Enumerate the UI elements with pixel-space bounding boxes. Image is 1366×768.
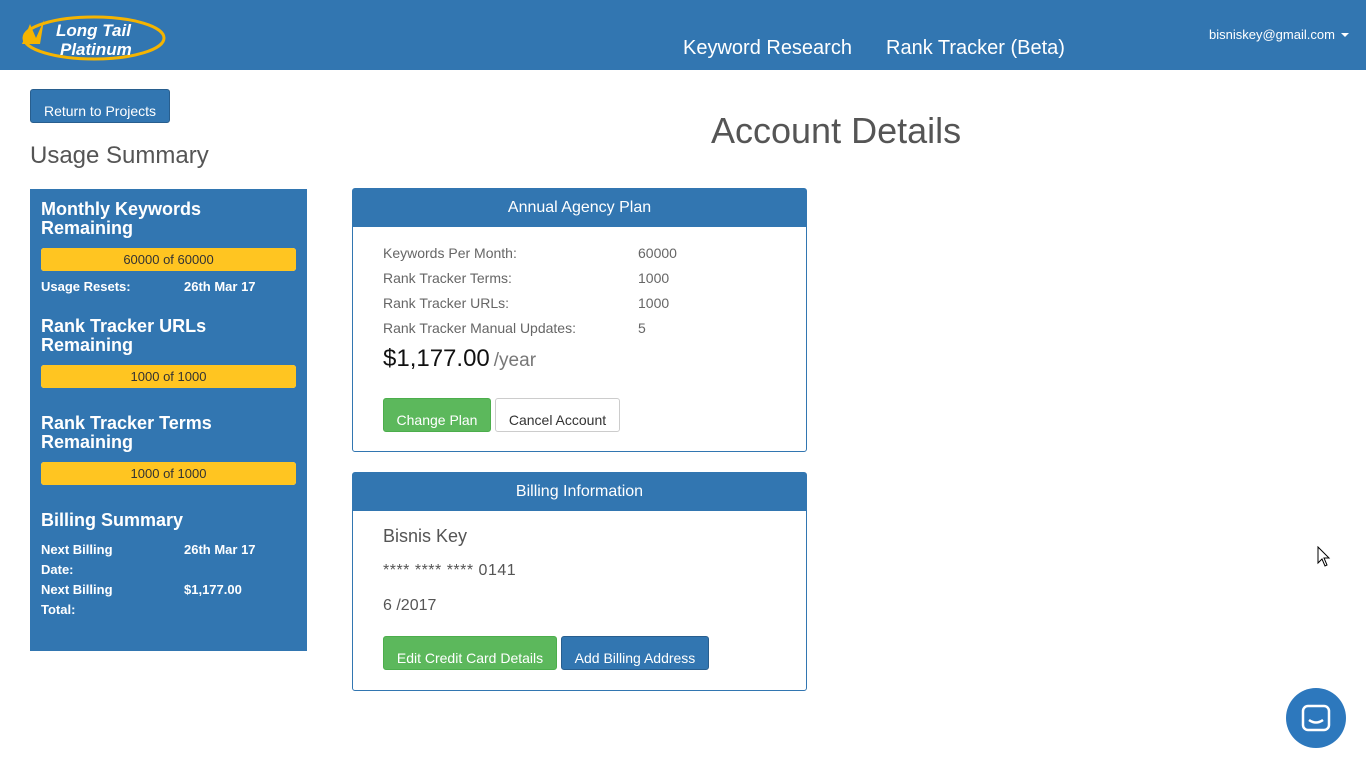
usage-summary-title: Usage Summary	[30, 142, 209, 169]
mouse-cursor-icon	[1317, 546, 1331, 567]
long-tail-platinum-logo[interactable]: Long Tail Platinum	[16, 14, 166, 62]
plan-card-header: Annual Agency Plan	[353, 189, 806, 227]
nav-keyword-research[interactable]: Keyword Research	[683, 37, 852, 60]
change-plan-button[interactable]: Change Plan	[383, 398, 491, 432]
rank-tracker-urls-heading: Rank Tracker URLs Remaining	[41, 316, 207, 355]
keywords-progress-bar: 60000 of 60000	[41, 248, 296, 271]
edit-credit-card-button[interactable]: Edit Credit Card Details	[383, 636, 557, 670]
urls-progress-text: 1000 of 1000	[130, 369, 207, 384]
page-title: Account Details	[711, 110, 962, 151]
plan-card: Annual Agency Plan Keywords Per Month: 6…	[352, 188, 807, 452]
billing-card-header: Billing Information	[353, 473, 806, 511]
chat-glyph	[1301, 704, 1331, 732]
plan-row-label: Rank Tracker Manual Updates:	[383, 320, 576, 336]
credit-card-expiry: 6 /2017	[383, 597, 437, 614]
next-billing-date-label: Next Billing Date:	[41, 542, 113, 577]
usage-summary-panel: Monthly Keywords Remaining 60000 of 6000…	[30, 189, 307, 651]
user-menu-dropdown[interactable]: bisniskey@gmail.com	[1209, 27, 1349, 42]
logo-line1: Long Tail	[56, 21, 132, 40]
next-billing-total-label: Next Billing Total:	[41, 582, 113, 617]
plan-row-value: 60000	[638, 245, 677, 261]
plan-row-value: 1000	[638, 295, 670, 311]
billing-name: Bisnis Key	[383, 526, 468, 546]
rank-tracker-terms-heading: Rank Tracker Terms Remaining	[41, 413, 212, 452]
billing-summary-heading: Billing Summary	[41, 510, 184, 530]
return-to-projects-button[interactable]: Return to Projects	[30, 89, 170, 123]
chat-icon[interactable]	[1286, 688, 1346, 748]
monthly-keywords-heading: Monthly Keywords Remaining	[41, 199, 202, 238]
keywords-progress-text: 60000 of 60000	[123, 252, 214, 267]
terms-progress-text: 1000 of 1000	[130, 466, 207, 481]
billing-info-card: Billing Information Bisnis Key **** ****…	[352, 472, 807, 691]
caret-down-icon	[1340, 32, 1349, 37]
credit-card-number: **** **** **** 0141	[383, 562, 517, 579]
add-billing-address-button[interactable]: Add Billing Address	[561, 636, 709, 670]
next-billing-date-value: 26th Mar 17	[184, 542, 256, 557]
urls-progress-bar: 1000 of 1000	[41, 365, 296, 388]
plan-price-period: /year	[493, 350, 537, 371]
plan-price: $1,177.00/year	[383, 345, 536, 373]
top-navbar: Long Tail Platinum Keyword Research Rank…	[0, 0, 1366, 70]
cancel-account-button[interactable]: Cancel Account	[495, 398, 620, 432]
plan-price-amount: $1,177.00	[383, 345, 490, 372]
terms-progress-bar: 1000 of 1000	[41, 462, 296, 485]
plan-row-value: 5	[638, 320, 646, 336]
user-email: bisniskey@gmail.com	[1209, 27, 1335, 42]
logo-graphic: Long Tail Platinum	[22, 15, 166, 61]
nav-rank-tracker[interactable]: Rank Tracker (Beta)	[886, 37, 1065, 60]
logo-line2: Platinum	[60, 40, 132, 59]
usage-resets-value: 26th Mar 17	[184, 279, 256, 294]
plan-row-value: 1000	[638, 270, 670, 286]
plan-row-label: Keywords Per Month:	[383, 245, 517, 261]
plan-row-label: Rank Tracker Terms:	[383, 270, 512, 286]
next-billing-total-value: $1,177.00	[184, 582, 242, 597]
plan-row-label: Rank Tracker URLs:	[383, 295, 510, 311]
usage-resets-label: Usage Resets:	[41, 279, 131, 294]
